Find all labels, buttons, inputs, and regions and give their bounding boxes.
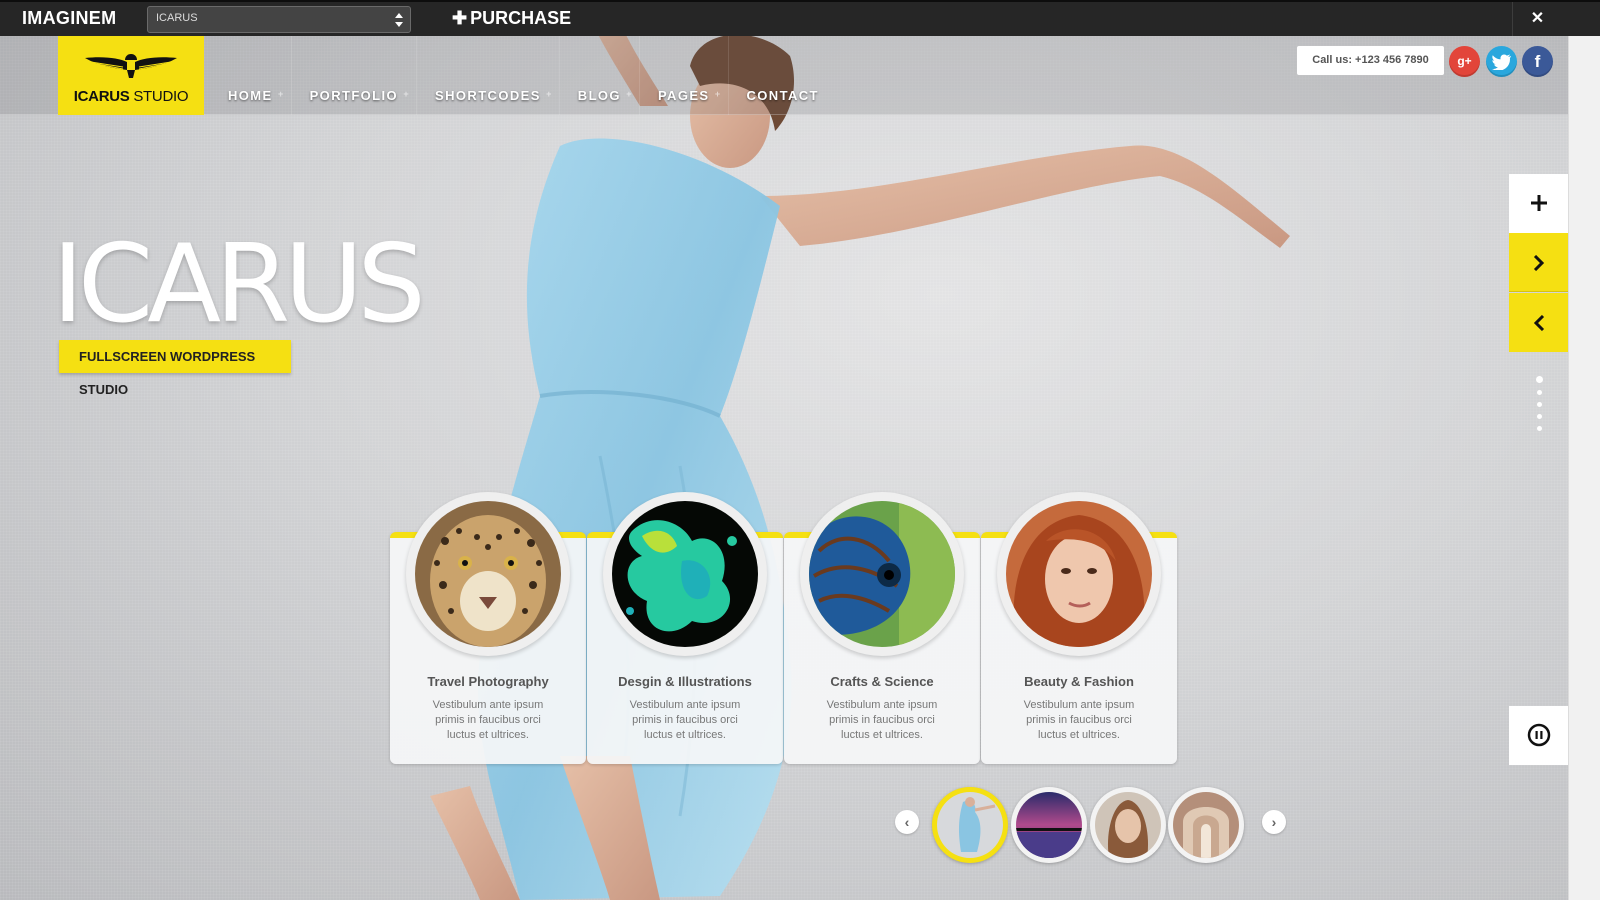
service-cards: Travel Photography Vestibulum ante ipsum… xyxy=(390,492,1178,764)
nav-label: CONTACT xyxy=(746,88,819,103)
nav-label: HOME xyxy=(228,88,273,103)
corridor-thumbnail-image xyxy=(1173,792,1239,858)
theme-select-value: ICARUS xyxy=(156,12,198,24)
pier-sunset-thumbnail-image xyxy=(1016,792,1082,858)
logo-bold-text: ICARUS xyxy=(73,88,130,105)
chevron-right-icon: › xyxy=(1271,814,1277,830)
hero-background xyxy=(0,36,1568,900)
slide-dot[interactable] xyxy=(1536,402,1542,407)
thumbnail-dancer[interactable] xyxy=(932,787,1008,863)
portrait-thumbnail-image xyxy=(1095,792,1161,858)
hero-title: ICARUS xyxy=(52,222,426,347)
close-icon: ✕ xyxy=(1530,10,1545,27)
submenu-plus-icon: + xyxy=(277,89,285,99)
slide-dot[interactable] xyxy=(1536,390,1542,395)
chevron-left-icon: ‹ xyxy=(904,814,910,830)
dancer-thumbnail-image xyxy=(937,792,1003,858)
hero-dancer-image xyxy=(430,36,1290,900)
twitter-icon[interactable] xyxy=(1486,46,1517,77)
theme-select[interactable]: ICARUS xyxy=(147,6,411,33)
next-slide-button[interactable] xyxy=(1509,233,1568,292)
chevron-right-icon xyxy=(1533,254,1544,272)
card-image-frame xyxy=(800,492,964,656)
site-logo[interactable]: ICARUS STUDIO xyxy=(58,36,204,115)
prev-slide-button[interactable] xyxy=(1509,293,1568,352)
slide-dot[interactable] xyxy=(1535,376,1543,383)
slide-dot[interactable] xyxy=(1536,414,1542,419)
slide-dots xyxy=(1535,376,1543,438)
nav-contact[interactable]: CONTACT xyxy=(729,36,837,115)
card-title: Travel Photography xyxy=(427,674,549,689)
thumbnail-arched-corridor[interactable] xyxy=(1168,787,1244,863)
woman-portrait-image xyxy=(1006,501,1152,647)
card-text: Vestibulum ante ipsum primis in faucibus… xyxy=(826,699,938,741)
nav-label: BLOG xyxy=(577,88,621,103)
logo-light-text: STUDIO xyxy=(133,88,189,105)
winged-emblem-icon xyxy=(85,54,177,78)
nav-shortcodes[interactable]: SHORTCODES + xyxy=(417,36,560,115)
hero-tagline: FULLSCREEN WORDPRESS STUDIO xyxy=(59,340,291,397)
card-text: Vestibulum ante ipsum primis in faucibus… xyxy=(1023,699,1135,741)
nav-label: SHORTCODES xyxy=(435,88,541,103)
facebook-icon[interactable]: f xyxy=(1522,46,1553,77)
nav-blog[interactable]: BLOG + xyxy=(560,36,640,115)
submenu-plus-icon: + xyxy=(714,89,722,99)
thumbs-prev-button[interactable]: ‹ xyxy=(895,810,919,834)
thumbs-next-button[interactable]: › xyxy=(1262,810,1286,834)
nav-pages[interactable]: PAGES + xyxy=(640,36,729,115)
thumbnail-pier-sunset[interactable] xyxy=(1011,787,1087,863)
card-title: Desgin & Illustrations xyxy=(618,674,752,689)
close-demo-button[interactable]: ✕ xyxy=(1512,2,1562,36)
fish-image xyxy=(809,501,955,647)
thumbnail-portrait[interactable] xyxy=(1090,787,1166,863)
plus-icon xyxy=(1530,195,1547,211)
nav-label: PAGES xyxy=(657,88,710,103)
side-expand-button[interactable] xyxy=(1509,174,1568,233)
chevron-left-icon xyxy=(1533,314,1544,332)
paint-splash-image xyxy=(612,501,758,647)
page-scrollbar-track[interactable] xyxy=(1568,36,1600,900)
main-navigation: HOME + PORTFOLIO + SHORTCODES + BLOG + P… xyxy=(210,36,837,115)
submenu-plus-icon: + xyxy=(626,89,633,99)
purchase-label: PURCHASE xyxy=(470,8,572,28)
select-arrows-icon xyxy=(395,13,403,27)
card-title: Crafts & Science xyxy=(830,674,934,689)
card-title: Beauty & Fashion xyxy=(1024,674,1134,689)
demo-brand: IMAGINEM xyxy=(22,8,117,28)
google-plus-icon[interactable]: g+ xyxy=(1449,46,1480,77)
plus-icon: ✚ xyxy=(452,8,468,28)
card-text: Vestibulum ante ipsum primis in faucibus… xyxy=(432,699,544,741)
nav-home[interactable]: HOME + xyxy=(210,36,292,115)
call-us-box: Call us: +123 456 7890 xyxy=(1297,46,1444,75)
submenu-plus-icon: + xyxy=(546,89,553,99)
submenu-plus-icon: + xyxy=(403,89,411,99)
card-text: Vestibulum ante ipsum primis in faucibus… xyxy=(629,699,741,741)
leopard-image xyxy=(415,501,561,647)
logo-text: ICARUS STUDIO xyxy=(58,88,204,105)
pause-icon xyxy=(1527,723,1550,747)
card-image-frame xyxy=(406,492,570,656)
purchase-button[interactable]: ✚ PURCHASE xyxy=(452,8,571,29)
demo-toolbar: IMAGINEM ICARUS ✚ PURCHASE ✕ xyxy=(0,0,1600,36)
twitter-bird-icon xyxy=(1491,54,1511,71)
nav-portfolio[interactable]: PORTFOLIO + xyxy=(292,36,418,115)
card-image-frame xyxy=(603,492,767,656)
pause-slideshow-button[interactable] xyxy=(1509,706,1568,765)
slide-dot[interactable] xyxy=(1536,426,1542,431)
card-image-frame xyxy=(997,492,1161,656)
nav-label: PORTFOLIO xyxy=(309,88,399,103)
